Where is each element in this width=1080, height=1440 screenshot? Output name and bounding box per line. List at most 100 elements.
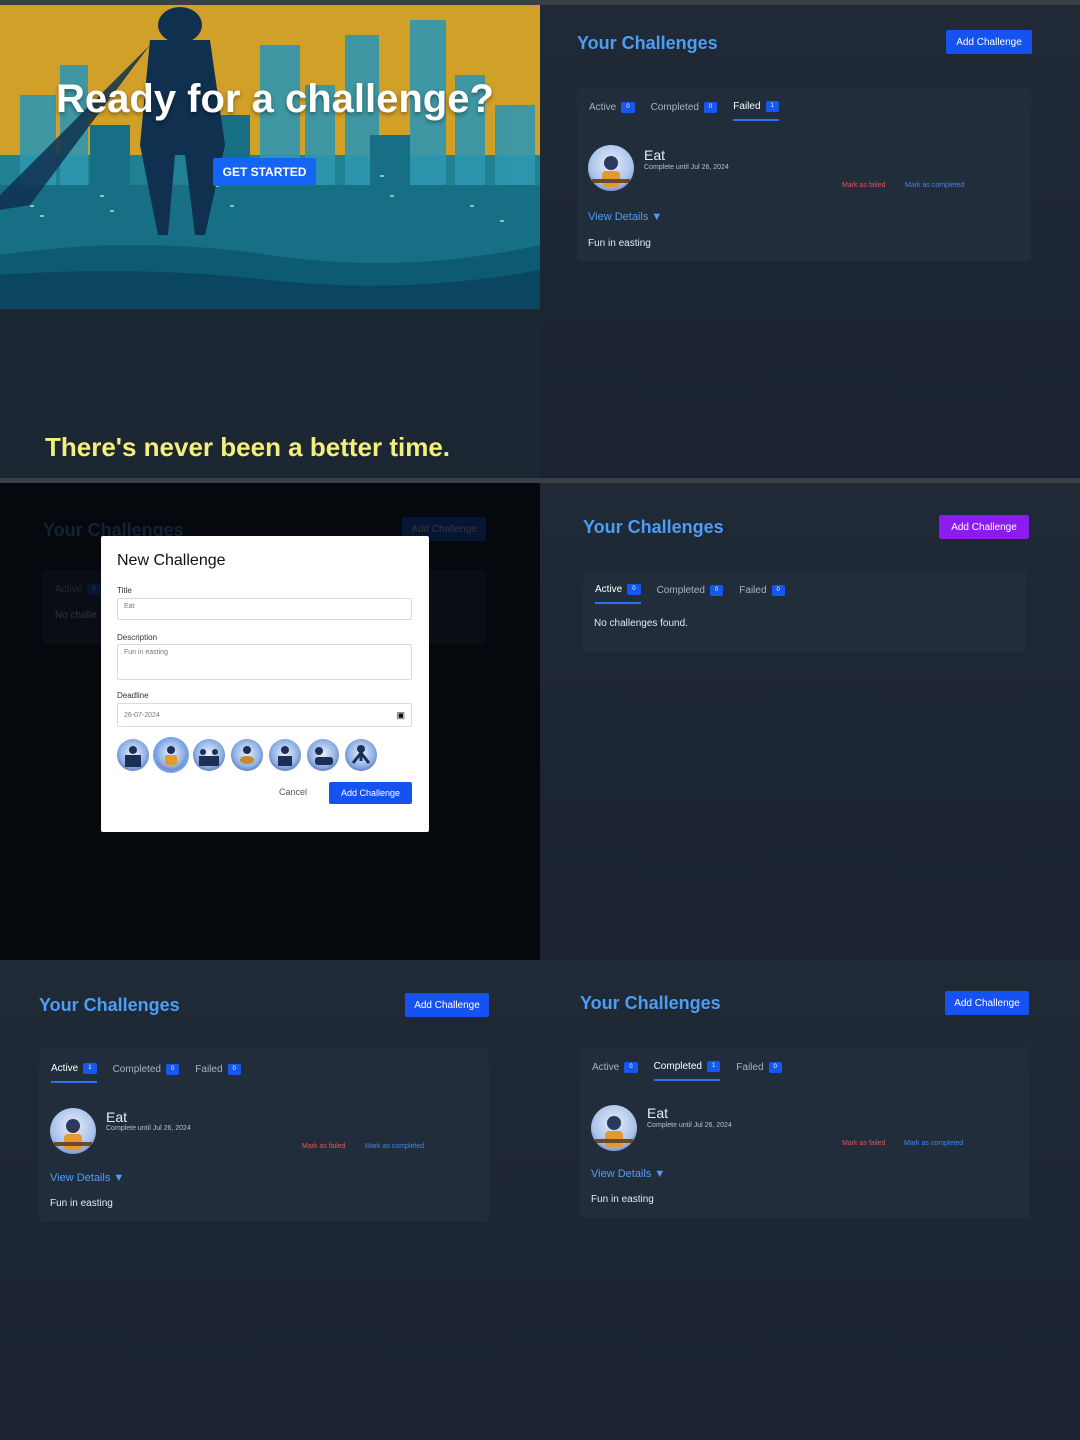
- tab-active: Active 0: [55, 584, 101, 602]
- cooking-avatar-icon: [591, 1105, 637, 1151]
- count-badge: 1: [706, 1061, 721, 1072]
- tab-active[interactable]: Active 0: [595, 584, 641, 604]
- count-badge: 0: [621, 102, 635, 113]
- screenshot-collage: Ready for a challenge? GET STARTED There…: [0, 0, 1080, 1440]
- reading-icon[interactable]: [269, 739, 301, 771]
- get-started-button[interactable]: GET STARTED: [213, 158, 316, 186]
- page-title: Your Challenges: [583, 517, 724, 537]
- new-challenge-modal-screen: Your Challenges Add Challenge Active 0 No…: [0, 480, 540, 960]
- tab-active[interactable]: Active 0: [592, 1061, 638, 1081]
- status-tabs: Active 0 Completed 0 Failed 0: [595, 584, 785, 604]
- guitar-icon[interactable]: [231, 739, 263, 771]
- view-details-toggle[interactable]: View Details ▼: [50, 1172, 124, 1184]
- challenge-description: Fun in easting: [50, 1198, 113, 1209]
- tab-active[interactable]: Active 1: [51, 1063, 97, 1083]
- cooking-icon[interactable]: [155, 739, 187, 771]
- challenges-screen-completed-tab: Your Challenges Add Challenge Active 0 Co…: [540, 960, 1080, 1440]
- mark-completed-link[interactable]: Mark as completed: [905, 182, 964, 189]
- add-challenge-button[interactable]: Add Challenge: [946, 30, 1032, 54]
- count-badge: 0: [87, 584, 101, 595]
- challenges-card: Active 0 Completed 0 Failed 1 Eat Complete …: [577, 87, 1031, 261]
- view-details-toggle[interactable]: View Details ▼: [591, 1168, 665, 1180]
- deadline-label: Deadline: [117, 691, 149, 700]
- title-input[interactable]: Eat: [117, 598, 412, 620]
- mark-completed-link[interactable]: Mark as completed: [365, 1143, 424, 1150]
- status-tabs: Active 0: [55, 584, 101, 602]
- challenge-deadline: Complete until Jul 26, 2024: [647, 1122, 732, 1129]
- add-challenge-button[interactable]: Add Challenge: [939, 515, 1029, 539]
- tab-failed[interactable]: Failed 1: [733, 101, 779, 121]
- mark-failed-link[interactable]: Mark as failed: [302, 1143, 346, 1150]
- landing-screen: Ready for a challenge? GET STARTED There…: [0, 0, 540, 480]
- challenges-card: Active 0 Completed 0 Failed 0 No challenges…: [583, 570, 1026, 652]
- tab-failed[interactable]: Failed 0: [736, 1061, 782, 1081]
- tab-failed[interactable]: Failed 0: [195, 1063, 241, 1083]
- top-edge: [0, 0, 1080, 5]
- tab-completed[interactable]: Completed 1: [653, 1061, 721, 1081]
- challenge-description: Fun in easting: [591, 1194, 654, 1205]
- count-badge: 0: [709, 585, 724, 596]
- cooking-avatar-icon: [50, 1108, 96, 1154]
- challenges-screen-failed-tab: Your Challenges Add Challenge Active 0 Co…: [540, 0, 1080, 480]
- chevron-down-icon: ▼: [654, 1168, 666, 1180]
- empty-message: No challenges found.: [594, 618, 688, 629]
- status-tabs: Active 0 Completed 1 Failed 0: [592, 1061, 782, 1081]
- piano-icon[interactable]: [117, 739, 149, 771]
- challenges-screen-active-tab: Your Challenges Add Challenge Active 1 Co…: [0, 960, 540, 1440]
- view-details-toggle[interactable]: View Details ▼: [588, 211, 662, 223]
- challenges-card: Active 0 Completed 1 Failed 0 Eat Complete …: [580, 1047, 1029, 1218]
- count-badge: 0: [624, 1062, 638, 1073]
- page-title: Your Challenges: [580, 993, 721, 1013]
- page-title: Your Challenges: [39, 995, 180, 1015]
- count-badge: 0: [703, 102, 718, 113]
- tab-failed[interactable]: Failed 0: [739, 584, 785, 604]
- cooking-avatar-icon: [588, 145, 634, 191]
- row-divider: [0, 478, 1080, 483]
- page-title: Your Challenges: [577, 33, 718, 53]
- group-icon[interactable]: [193, 739, 225, 771]
- challenge-name: Eat: [647, 1105, 669, 1121]
- deadline-date-input[interactable]: 26-07-2024 ▣: [117, 703, 412, 727]
- challenge-description: Fun in easting: [588, 238, 651, 249]
- challenge-name: Eat: [644, 147, 666, 163]
- cancel-button[interactable]: Cancel: [279, 787, 307, 797]
- count-badge: 0: [768, 1062, 782, 1073]
- tab-completed[interactable]: Completed 0: [657, 584, 724, 604]
- challenges-card: Active 1 Completed 0 Failed 0 Eat Complete …: [39, 1049, 489, 1221]
- add-challenge-button[interactable]: Add Challenge: [405, 993, 489, 1017]
- calendar-icon[interactable]: ▣: [396, 710, 405, 721]
- count-badge: 0: [627, 584, 641, 595]
- new-challenge-dialog: New Challenge Title Eat Description Fun …: [101, 536, 429, 832]
- count-badge: 1: [83, 1063, 97, 1074]
- challenge-name: Eat: [106, 1109, 128, 1125]
- submit-add-challenge-button[interactable]: Add Challenge: [329, 782, 412, 804]
- dialog-title: New Challenge: [117, 552, 226, 569]
- count-badge: 0: [227, 1064, 241, 1075]
- rest-icon[interactable]: [307, 739, 339, 771]
- tagline: There's never been a better time.: [45, 432, 451, 462]
- mark-completed-link[interactable]: Mark as completed: [904, 1140, 963, 1147]
- tab-completed[interactable]: Completed 0: [651, 101, 718, 121]
- tab-completed[interactable]: Completed 0: [113, 1063, 180, 1083]
- mark-failed-link[interactable]: Mark as failed: [842, 182, 886, 189]
- description-label: Description: [117, 633, 158, 642]
- challenge-deadline: Complete until Jul 26, 2024: [644, 164, 729, 171]
- exercise-icon[interactable]: [345, 739, 377, 771]
- challenge-deadline: Complete until Jul 26, 2024: [106, 1125, 191, 1132]
- add-challenge-button[interactable]: Add Challenge: [945, 991, 1029, 1015]
- title-label: Title: [117, 586, 132, 595]
- empty-message: No challe: [55, 610, 97, 621]
- hero-title: Ready for a challenge?: [56, 77, 494, 121]
- chevron-down-icon: ▼: [651, 211, 663, 223]
- avatar-picker: [117, 739, 377, 771]
- description-textarea[interactable]: Fun in easting: [117, 644, 412, 680]
- count-badge: 1: [765, 101, 779, 112]
- hero-banner: Ready for a challenge? GET STARTED: [0, 5, 540, 309]
- city-skyline-illustration: [0, 5, 540, 309]
- status-tabs: Active 0 Completed 0 Failed 1: [589, 101, 779, 121]
- status-tabs: Active 1 Completed 0 Failed 0: [51, 1063, 241, 1083]
- count-badge: 0: [165, 1064, 180, 1075]
- tab-active[interactable]: Active 0: [589, 101, 635, 121]
- mark-failed-link[interactable]: Mark as failed: [842, 1140, 886, 1147]
- challenges-screen-empty: Your Challenges Add Challenge Active 0 Co…: [540, 480, 1080, 960]
